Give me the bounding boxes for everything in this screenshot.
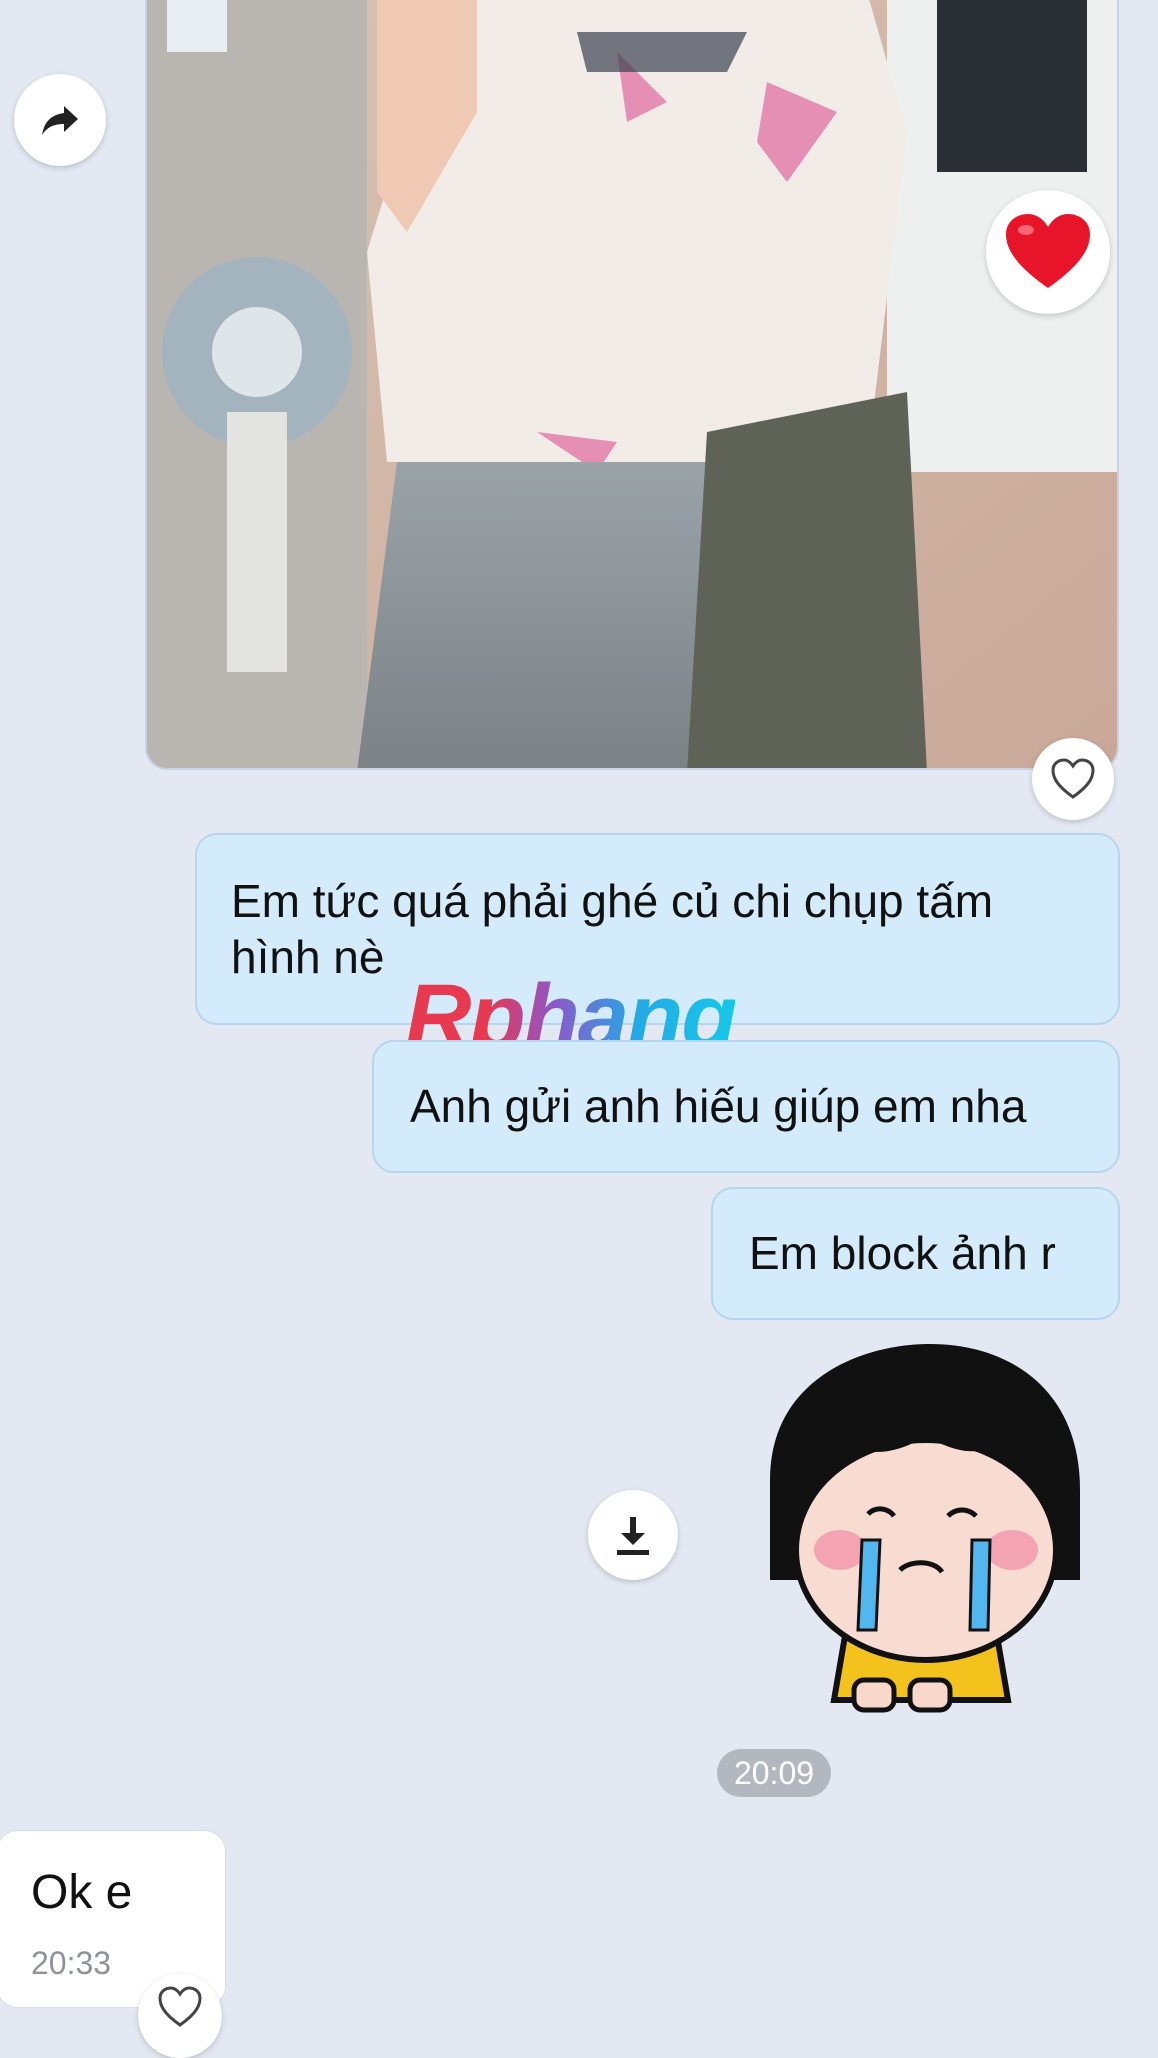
message-text: Ok e	[31, 1866, 133, 1919]
message-text: Em block ảnh r	[749, 1227, 1056, 1279]
forward-arrow-icon	[42, 106, 78, 135]
red-heart-icon	[1006, 214, 1090, 288]
heart-outline-icon	[1051, 758, 1095, 799]
heart-reaction[interactable]	[986, 190, 1110, 314]
photo-image	[147, 0, 1117, 768]
crying-girl-icon	[770, 1344, 1080, 1713]
download-icon	[617, 1517, 649, 1555]
download-button[interactable]	[588, 1490, 678, 1580]
crying-girl-sticker[interactable]	[750, 1340, 1090, 1730]
forward-button[interactable]	[14, 74, 106, 166]
message-text: Anh gửi anh hiếu giúp em nha	[410, 1080, 1027, 1132]
like-button[interactable]	[138, 1974, 222, 2058]
heart-outline-icon	[158, 1986, 202, 2027]
message-timestamp: 20:33	[31, 1945, 112, 1981]
photo-message[interactable]	[145, 0, 1119, 770]
time-separator: 20:09	[717, 1749, 831, 1797]
like-button[interactable]	[1032, 738, 1114, 820]
outgoing-message-bubble[interactable]: Anh gửi anh hiếu giúp em nha	[372, 1040, 1120, 1173]
outgoing-message-bubble[interactable]: Em block ảnh r	[711, 1187, 1120, 1320]
